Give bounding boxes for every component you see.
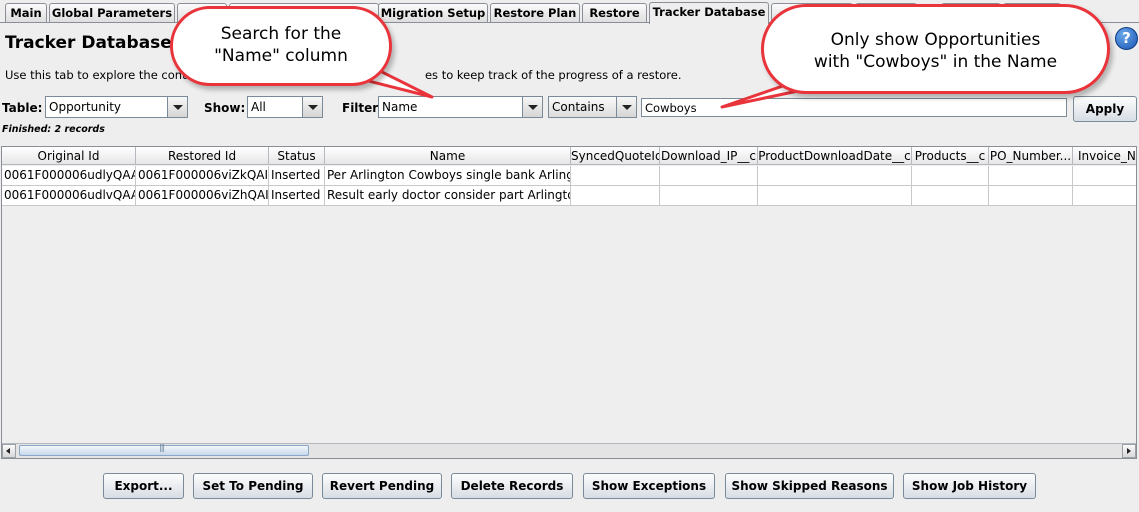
callout-join-left bbox=[328, 69, 376, 76]
callout-tail-joins bbox=[328, 69, 847, 87]
callout-join-right bbox=[803, 79, 847, 87]
